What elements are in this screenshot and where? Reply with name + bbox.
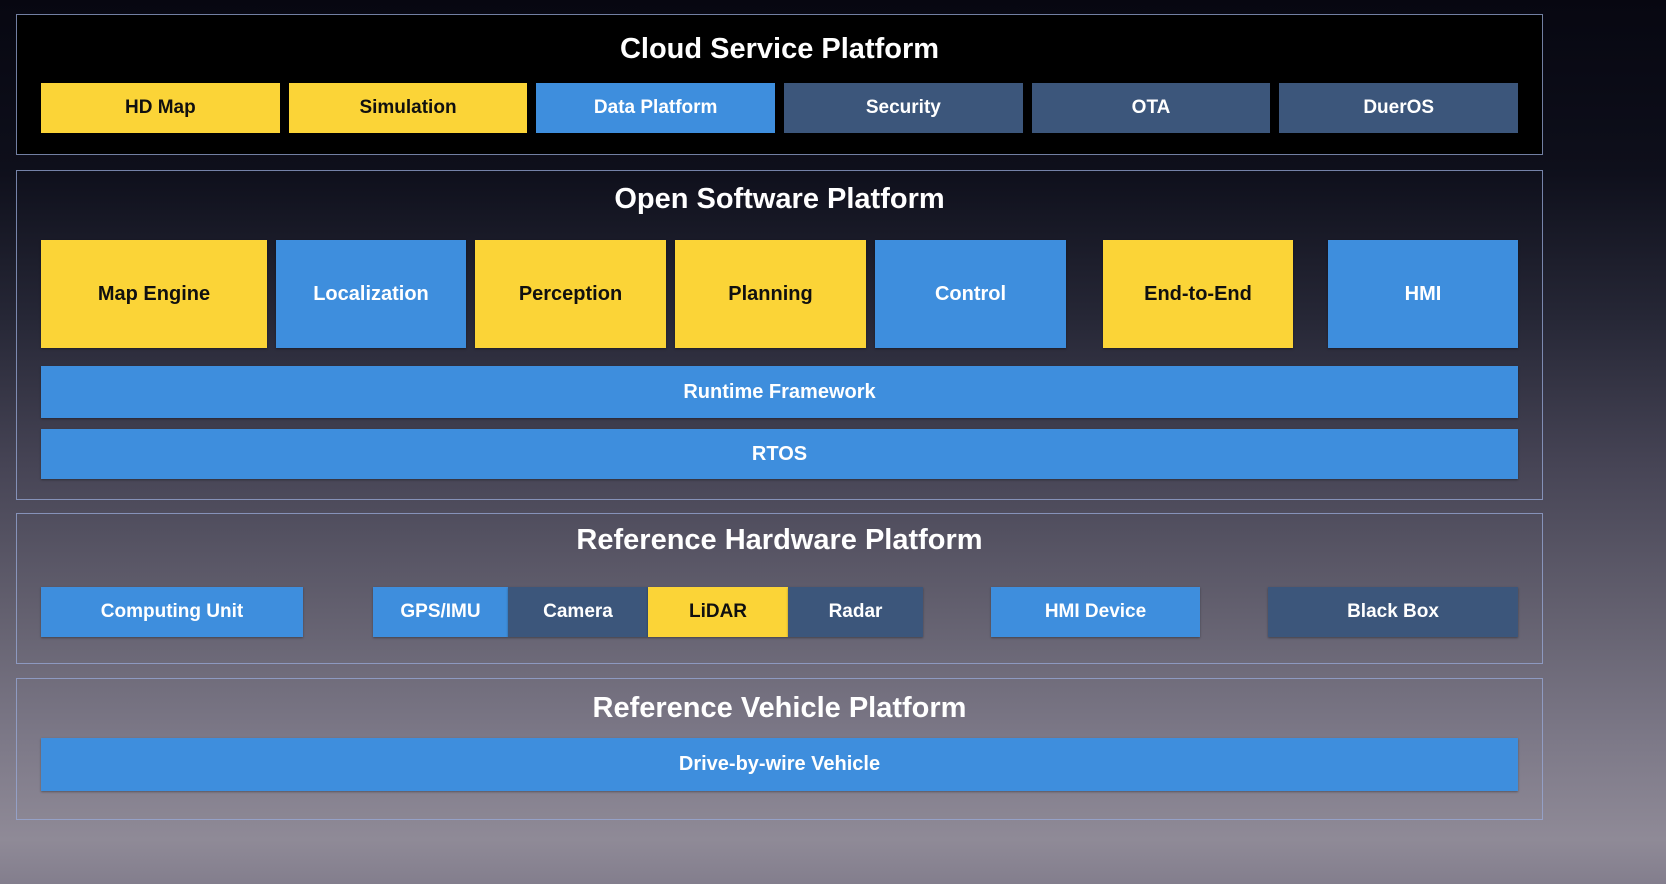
hardware-section-title: Reference Hardware Platform <box>576 524 983 556</box>
box-lidar: LiDAR <box>648 587 788 637</box>
box-map-engine: Map Engine <box>41 240 267 348</box>
reference-hardware-platform-section: Reference Hardware Platform Computing Un… <box>16 513 1543 664</box>
box-localization: Localization <box>276 240 466 348</box>
box-gps-imu: GPS/IMU <box>373 587 508 637</box>
box-dueros: DuerOS <box>1279 83 1519 133</box>
box-control: Control <box>875 240 1066 348</box>
box-radar: Radar <box>788 587 923 637</box>
hardware-items-row: Computing Unit GPS/IMU Camera LiDAR Rada… <box>17 587 1542 637</box>
box-camera: Camera <box>508 587 648 637</box>
open-software-platform-section: Open Software Platform Map Engine Locali… <box>16 170 1543 500</box>
box-perception: Perception <box>475 240 666 348</box>
cloud-section-title: Cloud Service Platform <box>619 33 940 65</box>
box-black-box: Black Box <box>1268 587 1518 637</box>
box-security: Security <box>784 83 1023 133</box>
cloud-items-row: HD Map Simulation Data Platform Security… <box>17 83 1542 133</box>
architecture-diagram: Cloud Service Platform HD Map Simulation… <box>0 0 1666 884</box>
cloud-service-platform-section: Cloud Service Platform HD Map Simulation… <box>16 14 1543 155</box>
box-ota: OTA <box>1031 83 1271 133</box>
software-modules-row: Map Engine Localization Perception Plann… <box>17 240 1542 348</box>
bar-drive-by-wire-vehicle: Drive-by-wire Vehicle <box>41 738 1518 791</box>
software-section-title: Open Software Platform <box>614 183 945 215</box>
vehicle-section-title: Reference Vehicle Platform <box>592 692 967 724</box>
box-data-platform: Data Platform <box>536 83 776 133</box>
box-hmi-device: HMI Device <box>991 587 1200 637</box>
box-planning: Planning <box>675 240 866 348</box>
box-end-to-end: End-to-End <box>1103 240 1293 348</box>
reference-vehicle-platform-section: Reference Vehicle Platform Drive-by-wire… <box>16 678 1543 820</box>
bar-rtos: RTOS <box>41 429 1518 479</box>
box-hd-map: HD Map <box>41 83 280 133</box>
box-hmi: HMI <box>1328 240 1518 348</box>
box-computing-unit: Computing Unit <box>41 587 303 637</box>
bar-runtime-framework: Runtime Framework <box>41 366 1518 418</box>
box-simulation: Simulation <box>288 83 528 133</box>
